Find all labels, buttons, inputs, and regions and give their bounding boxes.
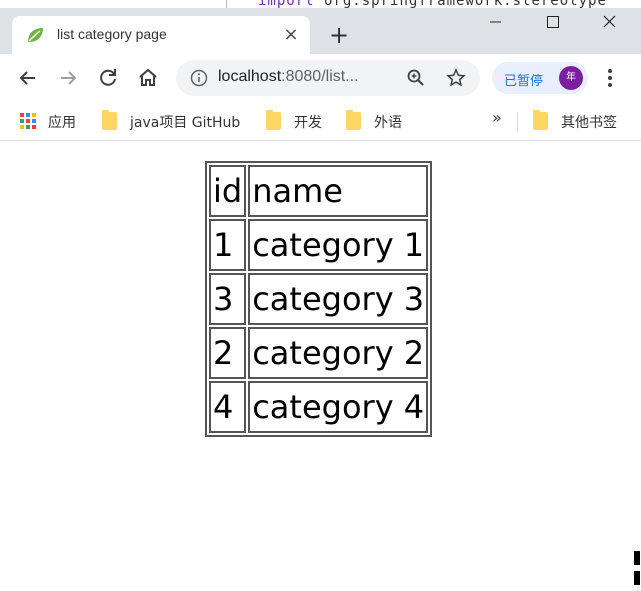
info-icon[interactable] bbox=[190, 69, 208, 87]
page-content: id name 1 category 1 3 category 3 2 cate… bbox=[0, 141, 641, 585]
bookmark-label: 外语 bbox=[374, 115, 402, 131]
column-header-id: id bbox=[209, 165, 247, 217]
folder-icon bbox=[266, 110, 281, 130]
table-header-row: id name bbox=[209, 165, 429, 217]
tab-strip: list category page × + bbox=[0, 8, 641, 54]
cell-name: category 3 bbox=[248, 273, 429, 325]
tab-title: list category page bbox=[57, 26, 167, 42]
new-tab-button[interactable]: + bbox=[326, 22, 352, 48]
column-header-name: name bbox=[248, 165, 429, 217]
browser-toolbar: localhost:8080/list... 已暂停 年 bbox=[0, 54, 641, 102]
cell-name: category 2 bbox=[248, 327, 429, 379]
category-table: id name 1 category 1 3 category 3 2 cate… bbox=[205, 161, 433, 437]
bookmark-label: 开发 bbox=[294, 115, 322, 131]
avatar: 年 bbox=[559, 66, 583, 90]
back-arrow-icon[interactable] bbox=[14, 64, 42, 92]
paused-label: 已暂停 bbox=[504, 74, 544, 89]
maximize-button[interactable] bbox=[524, 8, 580, 38]
cell-id: 4 bbox=[209, 381, 247, 433]
bookmark-label: 应用 bbox=[48, 115, 76, 131]
folder-icon bbox=[346, 110, 361, 130]
forward-arrow-icon[interactable] bbox=[54, 64, 82, 92]
cell-name: category 4 bbox=[248, 381, 429, 433]
bookmarks-bar: 应用 java项目 GitHub 开发 外语 » 其他书签 bbox=[0, 102, 641, 141]
table-row: 1 category 1 bbox=[209, 219, 429, 271]
cell-id: 2 bbox=[209, 327, 247, 379]
folder-icon bbox=[102, 110, 117, 130]
bookmark-label: java项目 GitHub bbox=[130, 115, 241, 131]
minimize-button[interactable] bbox=[468, 8, 524, 38]
editor-gutter bbox=[226, 0, 227, 8]
more-menu-icon[interactable] bbox=[600, 66, 620, 90]
table-row: 3 category 3 bbox=[209, 273, 429, 325]
address-bar[interactable]: localhost:8080/list... bbox=[176, 60, 480, 96]
spring-leaf-icon bbox=[28, 28, 43, 42]
background-window-edge bbox=[632, 551, 641, 591]
bookmarks-divider bbox=[517, 112, 518, 132]
zoom-icon[interactable] bbox=[406, 68, 426, 88]
home-icon[interactable] bbox=[134, 64, 162, 92]
bookmark-label: 其他书签 bbox=[561, 115, 617, 131]
bookmarks-overflow-button[interactable]: » bbox=[492, 108, 502, 127]
maximize-icon bbox=[547, 16, 559, 28]
table-row: 2 category 2 bbox=[209, 327, 429, 379]
tab-close-button[interactable]: × bbox=[280, 24, 302, 46]
reload-icon[interactable] bbox=[94, 64, 122, 92]
tab-list-category[interactable]: list category page × bbox=[12, 16, 310, 54]
cell-id: 1 bbox=[209, 219, 247, 271]
url-text[interactable]: localhost:8080/list... bbox=[218, 68, 359, 86]
apps-grid-icon bbox=[20, 113, 36, 129]
profile-paused-button[interactable]: 已暂停 年 bbox=[492, 62, 588, 94]
minimize-icon bbox=[490, 21, 501, 23]
close-window-button[interactable] bbox=[583, 8, 639, 38]
cell-name: category 1 bbox=[248, 219, 429, 271]
bookmark-star-icon[interactable] bbox=[446, 68, 466, 88]
folder-icon bbox=[533, 110, 548, 130]
table-row: 4 category 4 bbox=[209, 381, 429, 433]
close-icon bbox=[603, 15, 616, 28]
background-window-strip: import org.springframework.stereotype bbox=[0, 0, 641, 9]
cell-id: 3 bbox=[209, 273, 247, 325]
